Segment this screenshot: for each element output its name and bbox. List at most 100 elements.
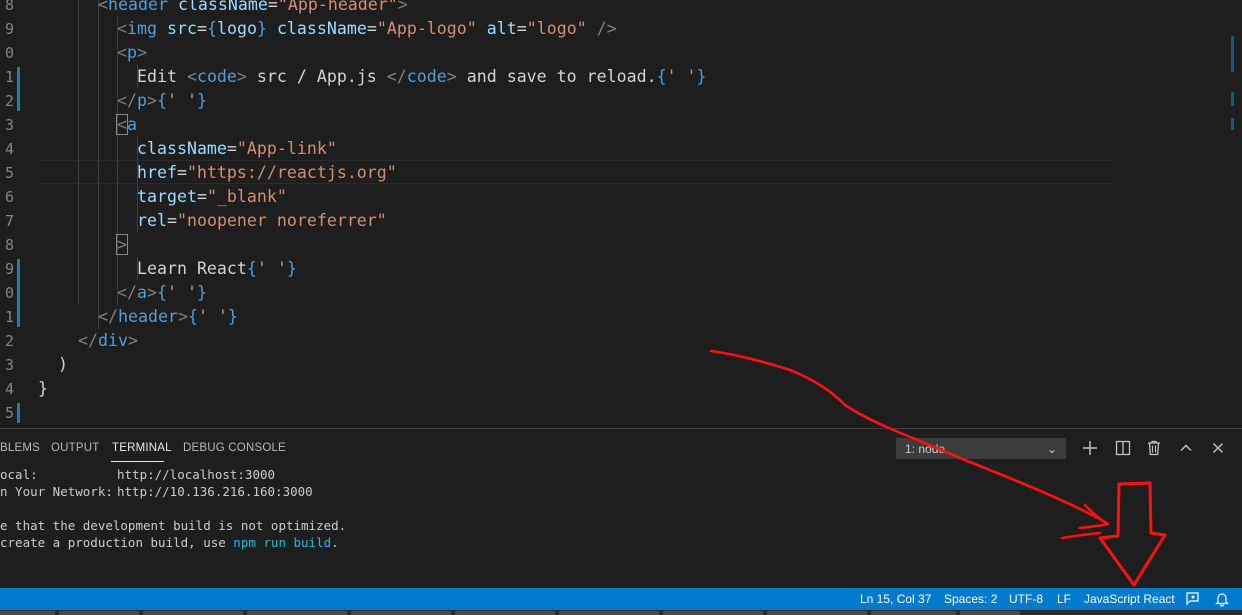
code-token: alt (486, 19, 517, 38)
code-line[interactable]: 1 Edit <code> src / App.js </code> and sa… (0, 65, 1228, 89)
code-line[interactable]: 8 <header className="App-header"> (0, 0, 1228, 17)
code-token: > (127, 331, 138, 350)
tab-problems[interactable]: BLEMS (0, 442, 40, 454)
overview-ruler-mark (1231, 92, 1234, 106)
line-number: 8 (4, 0, 14, 14)
code-text: target="_blank" (137, 185, 287, 209)
code-text: href="https://reactjs.org" (137, 161, 397, 185)
code-line[interactable]: 2 </div> (0, 329, 1228, 353)
code-token: ' ' (666, 67, 697, 86)
new-terminal-button[interactable] (1079, 437, 1101, 459)
code-token: </ (386, 67, 407, 86)
line-number: 0 (4, 284, 14, 302)
code-token: = (196, 187, 207, 206)
split-icon (1115, 440, 1131, 456)
code-line[interactable]: 5 (0, 401, 1228, 425)
terminal-line-local: ocal: http://localhost:3000 (0, 466, 275, 483)
taskbar-item[interactable] (663, 611, 763, 615)
line-number: 7 (4, 212, 14, 230)
line-number: 3 (4, 116, 14, 134)
code-line[interactable]: 4} (0, 377, 1228, 401)
code-token: < (186, 67, 197, 86)
code-editor[interactable]: 8 <header className="App-header"> 9 <img sr… (0, 0, 1242, 428)
line-number: 3 (4, 356, 14, 374)
tab-terminal[interactable]: TERMINAL (112, 442, 172, 454)
code-line[interactable]: 9 <img src={logo} className="App-logo" al… (0, 17, 1228, 41)
terminal-local-url[interactable]: http://localhost:3000 (117, 466, 275, 483)
taskbar-item[interactable] (871, 611, 956, 615)
code-line[interactable]: 0 </a>{' '} (0, 281, 1228, 305)
code-line[interactable]: 9 Learn React{' '} (0, 257, 1228, 281)
code-token: code (196, 67, 237, 86)
language-mode[interactable]: JavaScript React (1084, 592, 1175, 606)
code-token: = (267, 0, 278, 14)
terminal-build-command: npm run build (233, 535, 332, 550)
code-token: { (206, 19, 217, 38)
cursor-position[interactable]: Ln 15, Col 37 (860, 592, 931, 606)
code-line[interactable]: 7 rel="noopener noreferrer" (0, 209, 1228, 233)
taskbar-item[interactable] (143, 611, 243, 615)
code-token: "_blank" (206, 187, 287, 206)
code-token: > (146, 91, 157, 110)
code-token: "App-header" (277, 0, 398, 14)
code-token: logo (216, 19, 257, 38)
code-token: < (117, 43, 127, 62)
code-token: { (656, 67, 667, 86)
code-token: ) (58, 355, 68, 374)
line-number: 2 (4, 332, 14, 350)
code-token: </ (117, 283, 137, 302)
code-token: a (127, 115, 137, 134)
line-number: 2 (4, 92, 14, 110)
line-number: 5 (4, 404, 14, 422)
code-token: ' ' (197, 307, 228, 326)
taskbar-item[interactable] (455, 611, 555, 615)
code-token: "https://reactjs.org" (186, 163, 397, 182)
line-number: 4 (4, 380, 14, 398)
tab-output[interactable]: OUTPUT (51, 442, 99, 454)
code-token: rel (137, 211, 167, 230)
code-token: p (127, 43, 137, 62)
taskbar-item[interactable] (247, 611, 347, 615)
code-line[interactable]: 4 className="App-link" (0, 137, 1228, 161)
code-text: <img src={logo} className="App-logo" alt… (117, 17, 617, 41)
code-token: "logo" (526, 19, 587, 38)
tab-debug-console[interactable]: DEBUG CONSOLE (183, 442, 286, 454)
taskbar-item[interactable] (559, 611, 659, 615)
code-line[interactable]: 3) (0, 353, 1228, 377)
notifications-bell-icon[interactable] (1214, 591, 1230, 610)
code-token: header (117, 307, 178, 326)
maximize-panel-button[interactable] (1175, 437, 1197, 459)
indentation-setting[interactable]: Spaces: 2 (944, 592, 997, 606)
eol-setting[interactable]: LF (1057, 592, 1071, 606)
terminal-note2-end: . (331, 535, 339, 550)
encoding-setting[interactable]: UTF-8 (1009, 592, 1043, 606)
code-line[interactable]: 2 </p>{' '} (0, 89, 1228, 113)
code-line[interactable]: 6 target="_blank" (0, 185, 1228, 209)
taskbar-item[interactable] (767, 611, 867, 615)
code-token: > (236, 67, 247, 86)
close-panel-button[interactable] (1207, 437, 1229, 459)
code-token: href (137, 163, 177, 182)
taskbar-item[interactable] (59, 611, 139, 615)
terminal-line-note1: e that the development build is not opti… (0, 518, 347, 533)
code-text: </a>{' '} (117, 281, 207, 305)
code-token: = (366, 19, 377, 38)
code-line[interactable]: 0 <p> (0, 41, 1228, 65)
taskbar-item[interactable] (0, 611, 55, 615)
terminal-network-url[interactable]: http://10.136.216.160:3000 (117, 483, 313, 500)
code-token: } (38, 379, 48, 398)
taskbar-item[interactable] (351, 611, 451, 615)
chevron-down-icon: ⌄ (1046, 442, 1057, 456)
code-line[interactable]: 3 <a (0, 113, 1228, 137)
close-icon (1213, 443, 1223, 453)
code-line[interactable]: 1 </header>{' '} (0, 305, 1228, 329)
code-line[interactable]: 8 > (0, 233, 1228, 257)
terminal-select[interactable]: 1: node ⌄ (896, 438, 1066, 459)
code-line[interactable]: 5 href="https://reactjs.org" (0, 161, 1228, 185)
feedback-icon[interactable] (1185, 591, 1201, 610)
taskbar-item[interactable] (960, 611, 1020, 615)
split-terminal-button[interactable] (1112, 437, 1134, 459)
code-token: and save to reload. (456, 67, 657, 86)
kill-terminal-button[interactable] (1143, 437, 1165, 459)
overview-ruler-mark (1231, 36, 1234, 72)
